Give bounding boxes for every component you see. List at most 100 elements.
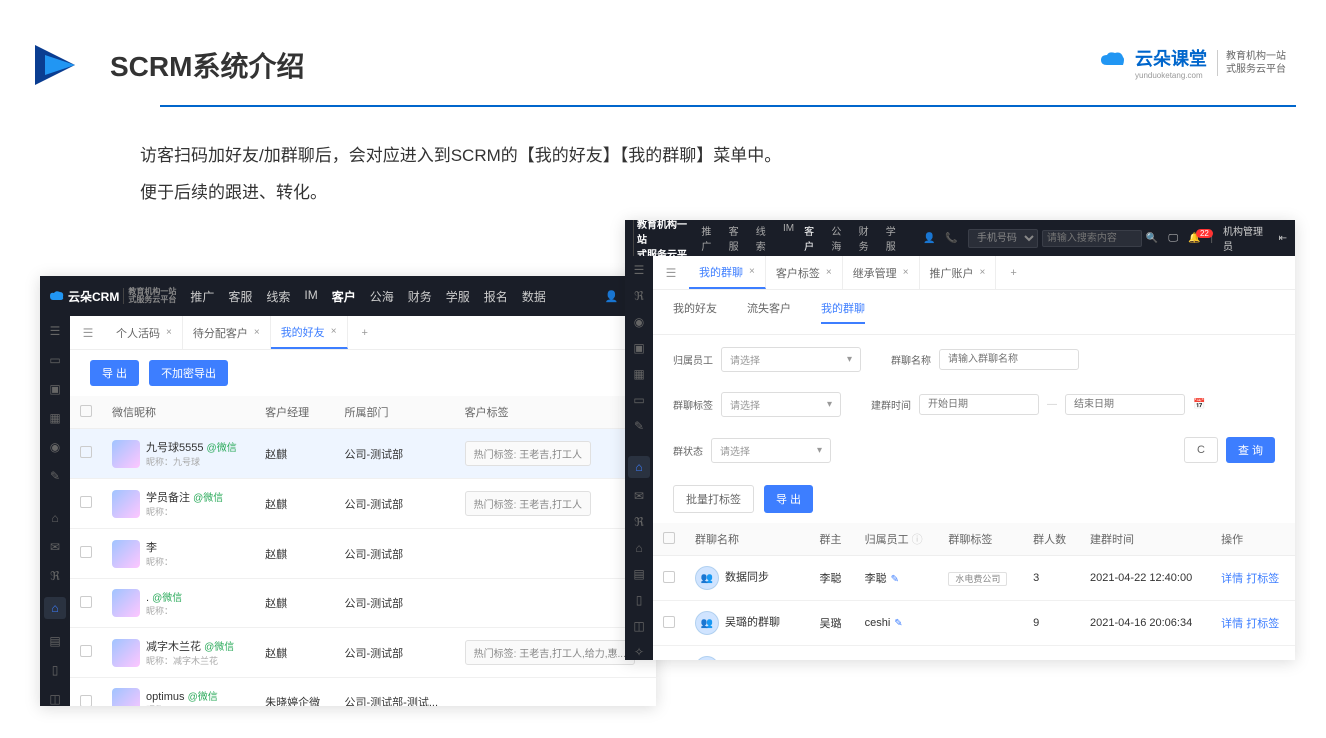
sr-11[interactable]: ▯ [631,592,647,608]
nav-财务[interactable]: 财务 [408,288,432,305]
nav-客户[interactable]: 客户 [332,288,356,305]
tab-add[interactable]: + [352,327,378,339]
sr-1[interactable]: ℜ [631,288,647,304]
table-row[interactable]: 👥数据同步 李聪 李聪✎ 水电费公司 3 2021-04-22 12:40:00… [653,556,1295,601]
side-icon-active[interactable]: ⌂ [44,597,66,619]
table-row[interactable]: 九号球5555 @微信昵称：九号球 赵麒 公司-测试部 热门标签: 王老吉,打工… [70,429,656,479]
detail-link[interactable]: 详情 [1221,573,1243,585]
search-type-select[interactable]: 手机号码 [968,229,1038,248]
sr-13[interactable]: ✧ [631,644,647,660]
filter-date-start[interactable] [919,394,1039,415]
side-icon-2[interactable]: ▣ [47,382,63,397]
search-icon[interactable]: 🔍 [1146,233,1158,244]
row-checkbox[interactable] [663,616,675,628]
tab-客户标签[interactable]: 客户标签× [766,256,843,289]
filter-date-end[interactable] [1065,394,1185,415]
query-button[interactable]: 查 询 [1226,437,1275,463]
nav-客户[interactable]: 客户 [804,223,821,253]
side-icon-11[interactable]: ◫ [47,691,63,706]
nav-数据[interactable]: 数据 [522,288,546,305]
nav-财务[interactable]: 财务 [859,223,876,253]
filter-employee[interactable]: 请选择▾ [721,347,861,372]
table-row[interactable]: 👥企业微信群聊 赵麒 赵麒✎ 11 2021-04-16 17:45:33 详情… [653,646,1295,661]
table-row[interactable]: 👥吴璐的群聊 吴璐 ceshi✎ 9 2021-04-16 20:06:34 详… [653,601,1295,646]
nav-报名[interactable]: 报名 [484,288,508,305]
side-icon-10[interactable]: ▯ [47,662,63,677]
filter-status[interactable]: 请选择▾ [711,438,831,463]
table-row[interactable]: optimus @微信昵称：optimus 朱晓婷企微 公司-测试部-测试... [70,678,656,707]
tab-继承管理[interactable]: 继承管理× [843,256,920,289]
nav-公海[interactable]: 公海 [831,223,848,253]
nav-学服[interactable]: 学服 [446,288,470,305]
tab-我的群聊[interactable]: 我的群聊× [689,256,766,289]
tab-个人活码[interactable]: 个人活码× [106,316,183,349]
calendar-icon[interactable]: 📅 [1193,399,1205,410]
tabs-menu-icon[interactable]: ☰ [80,325,96,341]
select-all-checkbox[interactable] [663,532,675,544]
nav-线索[interactable]: 线索 [756,223,773,253]
detail-link[interactable]: 详情 [1221,618,1243,630]
menu-icon[interactable]: ☰ [631,262,647,278]
nav-推广[interactable]: 推广 [190,288,214,305]
side-icon-1[interactable]: ▭ [47,353,63,368]
edit-icon[interactable]: ✎ [891,574,899,585]
side-icon-6[interactable]: ⌂ [47,511,63,526]
table-row[interactable]: 学员备注 @微信昵称： 赵麒 公司-测试部 热门标签: 王老吉,打工人 [70,479,656,529]
subtab-流失客户[interactable]: 流失客户 [747,300,791,324]
nav-学服[interactable]: 学服 [886,223,903,253]
user-icon[interactable]: 👤 [605,290,619,303]
phone-icon[interactable]: 📞 [945,233,957,244]
nav-客服[interactable]: 客服 [228,288,252,305]
subtab-我的群聊[interactable]: 我的群聊 [821,300,865,324]
tag-link[interactable]: 打标签 [1246,618,1279,630]
row-checkbox[interactable] [80,645,92,657]
edit-icon[interactable]: ✎ [894,618,902,629]
table-row[interactable]: 李 昵称： 赵麒 公司-测试部 [70,529,656,579]
side-icon-3[interactable]: ▦ [47,410,63,425]
subtab-我的好友[interactable]: 我的好友 [673,300,717,324]
close-icon[interactable]: × [331,326,337,337]
nav-推广[interactable]: 推广 [701,223,718,253]
close-icon[interactable]: × [980,267,986,278]
sr-6[interactable]: ✎ [631,418,647,434]
tab-我的好友[interactable]: 我的好友× [271,316,348,349]
close-icon[interactable]: × [903,267,909,278]
filter-groupname[interactable] [939,349,1079,370]
reset-button[interactable]: C [1184,437,1218,463]
monitor-icon[interactable]: 🖵 [1168,233,1178,244]
sr-2[interactable]: ◉ [631,314,647,330]
row-checkbox[interactable] [80,496,92,508]
row-checkbox[interactable] [80,446,92,458]
side-icon-5[interactable]: ✎ [47,468,63,483]
collapse-icon[interactable]: ⇤ [1279,233,1287,244]
role-label[interactable]: 机构管理员 [1223,223,1269,253]
row-checkbox[interactable] [80,695,92,707]
side-icon-7[interactable]: ✉ [47,540,63,555]
export-plain-button[interactable]: 不加密导出 [149,360,228,386]
close-icon[interactable]: × [826,267,832,278]
tag-link[interactable]: 打标签 [1246,573,1279,585]
nav-线索[interactable]: 线索 [266,288,290,305]
table-row[interactable]: . @微信昵称： 赵麒 公司-测试部 [70,579,656,628]
nav-客服[interactable]: 客服 [729,223,746,253]
sr-active[interactable]: ⌂ [628,456,650,478]
bell-icon[interactable]: 🔔22 [1188,233,1200,244]
nav-IM[interactable]: IM [304,288,317,305]
sr-7[interactable]: ✉ [631,488,647,504]
sr-3[interactable]: ▣ [631,340,647,356]
tab-推广账户[interactable]: 推广账户× [920,256,997,289]
row-checkbox[interactable] [80,596,92,608]
sr-5[interactable]: ▭ [631,392,647,408]
sr-8[interactable]: ℜ [631,514,647,530]
batch-tag-button[interactable]: 批量打标签 [673,485,754,513]
close-icon[interactable]: × [254,327,260,338]
select-all-checkbox[interactable] [80,405,92,417]
info-icon[interactable]: ⓘ [912,534,923,546]
side-icon-9[interactable]: ▤ [47,633,63,648]
row-checkbox[interactable] [663,571,675,583]
table-row[interactable]: 减字木兰花 @微信昵称：减字木兰花 赵麒 公司-测试部 热门标签: 王老吉,打工… [70,628,656,678]
sr-12[interactable]: ◫ [631,618,647,634]
sr-9[interactable]: ⌂ [631,540,647,556]
search-input[interactable] [1042,230,1142,247]
user-icon[interactable]: 👤 [923,233,935,244]
